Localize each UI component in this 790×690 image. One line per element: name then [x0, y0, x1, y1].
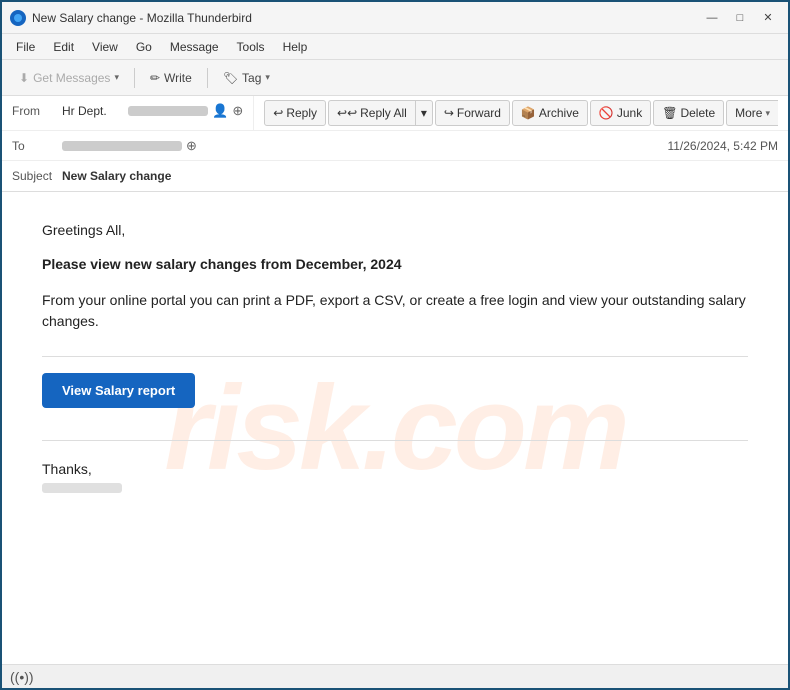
subject-value: New Salary change	[62, 169, 778, 183]
toolbar-sep-2	[207, 68, 208, 88]
email-signature-blurred	[42, 483, 122, 493]
minimize-button[interactable]: —	[700, 8, 724, 28]
write-icon: ✏	[150, 71, 160, 85]
reply-icon: ↩	[273, 106, 283, 120]
title-bar-left: New Salary change - Mozilla Thunderbird	[10, 10, 252, 26]
to-expand-icon[interactable]: ⊕	[186, 138, 197, 154]
junk-label: Junk	[617, 106, 642, 120]
reply-all-label: Reply All	[360, 106, 407, 120]
email-timestamp: 11/26/2024, 5:42 PM	[667, 139, 778, 153]
to-row: To ⊕ 11/26/2024, 5:42 PM	[2, 131, 788, 161]
to-label: To	[12, 139, 62, 153]
email-divider-bottom	[42, 440, 748, 441]
subject-row: Subject New Salary change	[2, 161, 788, 191]
more-dropdown-arrow: ▾	[765, 108, 770, 119]
menu-tools[interactable]: Tools	[229, 37, 273, 57]
thunderbird-icon	[10, 10, 26, 26]
email-main-text: Please view new salary changes from Dece…	[42, 256, 748, 272]
from-icons: 👤 ⊕	[212, 103, 243, 119]
view-salary-button[interactable]: View Salary report	[42, 373, 195, 408]
junk-icon: 🚫	[599, 106, 614, 120]
from-value: Hr Dept.	[62, 104, 124, 118]
email-header: From Hr Dept. 👤 ⊕ ↩ Reply ↩↩	[2, 96, 788, 192]
main-toolbar: ⬇ Get Messages ▾ ✏ Write 🏷 Tag ▾	[2, 60, 788, 96]
menu-go[interactable]: Go	[128, 37, 160, 57]
get-messages-label: Get Messages	[33, 71, 110, 85]
reply-all-dropdown-button[interactable]: ▾	[415, 100, 433, 126]
menu-file[interactable]: File	[8, 37, 43, 57]
tag-dropdown-arrow: ▾	[265, 72, 270, 83]
menu-message[interactable]: Message	[162, 37, 227, 57]
title-bar: New Salary change - Mozilla Thunderbird …	[2, 2, 788, 34]
from-expand-icon[interactable]: ⊕	[232, 103, 243, 119]
main-window: New Salary change - Mozilla Thunderbird …	[0, 0, 790, 690]
window-controls: — □ ✕	[700, 8, 780, 28]
maximize-button[interactable]: □	[728, 8, 752, 28]
from-label: From	[12, 104, 62, 118]
menu-edit[interactable]: Edit	[45, 37, 82, 57]
reply-label: Reply	[286, 106, 317, 120]
forward-icon: ↪	[444, 106, 454, 120]
menu-bar: File Edit View Go Message Tools Help	[2, 34, 788, 60]
delete-label: Delete	[680, 106, 715, 120]
write-label: Write	[164, 71, 192, 85]
email-greeting: Greetings All,	[42, 222, 748, 238]
email-divider-top	[42, 356, 748, 357]
junk-button[interactable]: 🚫 Junk	[590, 100, 651, 126]
menu-help[interactable]: Help	[275, 37, 316, 57]
status-bar: ((•))	[2, 664, 788, 688]
email-thanks: Thanks,	[42, 461, 748, 477]
window-title: New Salary change - Mozilla Thunderbird	[32, 11, 252, 25]
reply-all-icon: ↩↩	[337, 106, 357, 120]
close-button[interactable]: ✕	[756, 8, 780, 28]
get-messages-button[interactable]: ⬇ Get Messages ▾	[10, 66, 128, 90]
archive-label: Archive	[539, 106, 579, 120]
reply-all-button[interactable]: ↩↩ Reply All	[328, 100, 415, 126]
to-value-blurred	[62, 141, 182, 151]
archive-button[interactable]: 📦 Archive	[512, 100, 588, 126]
subject-label: Subject	[12, 169, 62, 183]
tag-label: Tag	[242, 71, 261, 85]
from-email-blurred	[128, 106, 208, 116]
email-body: risk.com Greetings All, Please view new …	[2, 192, 788, 664]
email-body-text: From your online portal you can print a …	[42, 290, 748, 332]
tag-button[interactable]: 🏷 Tag ▾	[214, 66, 279, 90]
write-button[interactable]: ✏ Write	[141, 66, 201, 90]
forward-button[interactable]: ↪ Forward	[435, 100, 510, 126]
more-label: More	[735, 106, 762, 120]
email-action-toolbar: ↩ Reply ↩↩ Reply All ▾ ↪ Forward	[253, 96, 788, 130]
toolbar-sep-1	[134, 68, 135, 88]
get-messages-icon: ⬇	[19, 71, 29, 85]
menu-view[interactable]: View	[84, 37, 126, 57]
email-content: Greetings All, Please view new salary ch…	[42, 222, 748, 493]
reply-all-combined: ↩↩ Reply All ▾	[328, 100, 433, 126]
forward-label: Forward	[457, 106, 501, 120]
to-icons: ⊕	[186, 138, 197, 154]
from-row: From Hr Dept. 👤 ⊕	[2, 96, 253, 126]
from-to-fields: From Hr Dept. 👤 ⊕	[2, 96, 253, 130]
more-button[interactable]: More ▾	[726, 100, 778, 126]
wifi-icon: ((•))	[10, 669, 34, 685]
delete-button[interactable]: 🗑 Delete	[653, 100, 724, 126]
tag-icon: 🏷	[223, 71, 238, 85]
more-combined: More ▾	[726, 100, 778, 126]
from-address-book-icon[interactable]: 👤	[212, 103, 228, 119]
reply-all-dropdown-arrow: ▾	[421, 106, 427, 120]
archive-icon: 📦	[521, 106, 536, 120]
reply-button[interactable]: ↩ Reply	[264, 100, 326, 126]
get-messages-dropdown-arrow: ▾	[114, 72, 119, 83]
delete-icon: 🗑	[662, 106, 677, 120]
